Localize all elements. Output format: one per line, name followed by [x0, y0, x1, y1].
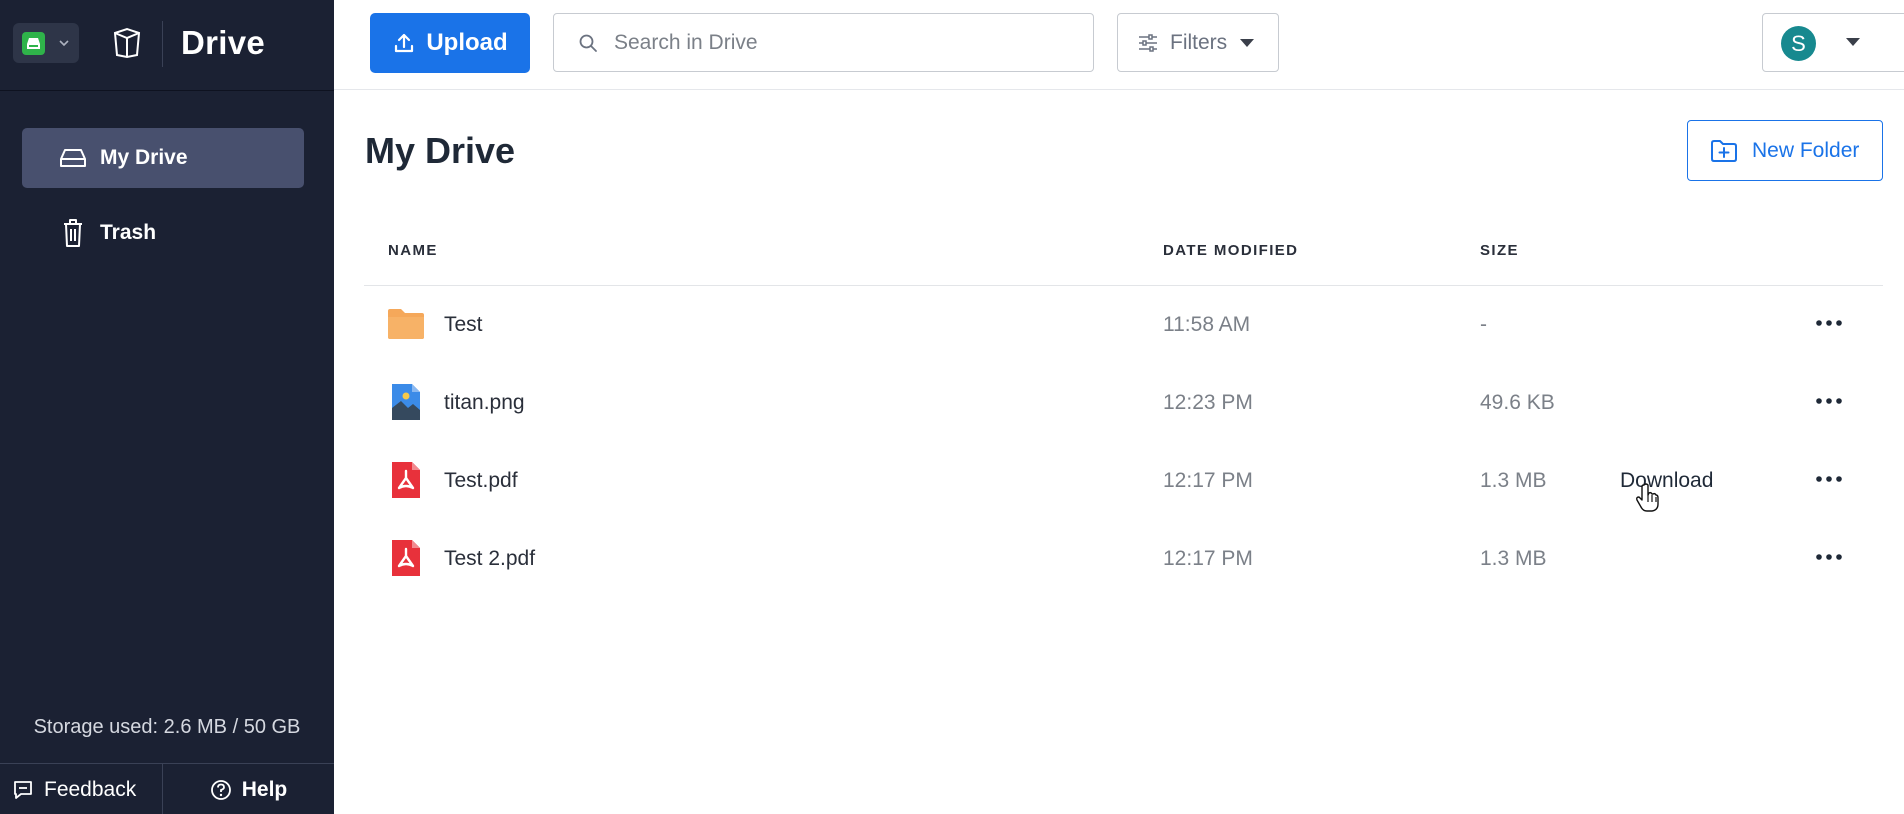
- app-switcher-button[interactable]: [13, 23, 79, 63]
- file-name: Test 2.pdf: [444, 547, 536, 570]
- storage-usage: Storage used: 2.6 MB / 50 GB: [33, 716, 301, 738]
- avatar: S: [1781, 26, 1816, 61]
- help-icon: [210, 779, 231, 800]
- filters-label: Filters: [1170, 30, 1228, 54]
- sidebar-item-label: Trash: [100, 221, 157, 244]
- more-options-button[interactable]: [1814, 386, 1844, 416]
- help-button[interactable]: Help: [163, 764, 334, 814]
- brand-logo-icon: [113, 27, 141, 59]
- chevron-down-icon: [59, 40, 69, 47]
- sidebar-footer: Feedback Help: [0, 763, 334, 814]
- feedback-button[interactable]: Feedback: [0, 764, 163, 814]
- pdf-file-icon: [392, 462, 420, 498]
- brand-title: Drive: [181, 24, 266, 61]
- brand-divider: [162, 21, 163, 67]
- file-name: titan.png: [444, 391, 525, 414]
- column-header-date-modified[interactable]: DATE MODIFIED: [1163, 242, 1298, 259]
- file-name: Test: [444, 313, 483, 336]
- table-row[interactable]: titan.png 12:23 PM 49.6 KB: [364, 364, 1883, 442]
- feedback-label: Feedback: [44, 777, 137, 801]
- more-options-button[interactable]: [1814, 308, 1844, 338]
- download-button[interactable]: Download: [1620, 469, 1713, 493]
- upload-label: Upload: [426, 29, 508, 56]
- more-options-button[interactable]: [1814, 464, 1844, 494]
- file-size: 49.6 KB: [1480, 391, 1555, 414]
- drive-app-icon: [22, 32, 45, 55]
- top-bar: Upload Filters S: [334, 0, 1904, 90]
- folder-plus-icon: [1711, 139, 1737, 162]
- more-options-button[interactable]: [1814, 542, 1844, 572]
- more-horizontal-icon: [1816, 398, 1842, 404]
- drive-icon: [58, 143, 88, 173]
- caret-down-icon: [1846, 38, 1860, 46]
- sidebar-item-my-drive[interactable]: My Drive: [22, 128, 304, 188]
- more-horizontal-icon: [1816, 476, 1842, 482]
- pdf-file-icon: [392, 540, 420, 576]
- search-input[interactable]: [614, 30, 1054, 55]
- file-date: 12:17 PM: [1163, 469, 1253, 492]
- filters-button[interactable]: Filters: [1117, 13, 1279, 72]
- sidebar-item-label: My Drive: [100, 146, 188, 169]
- more-horizontal-icon: [1816, 320, 1842, 326]
- hand-cursor-icon: [1636, 483, 1659, 512]
- new-folder-label: New Folder: [1752, 138, 1860, 162]
- search-box[interactable]: [553, 13, 1094, 72]
- file-size: -: [1480, 313, 1487, 336]
- folder-icon: [388, 309, 424, 339]
- sidebar: Drive My Drive Trash Storage used: 2.6 M…: [0, 0, 334, 814]
- file-size: 1.3 MB: [1480, 547, 1547, 570]
- more-horizontal-icon: [1816, 554, 1842, 560]
- file-name: Test.pdf: [444, 469, 518, 492]
- sliders-icon: [1139, 33, 1157, 52]
- help-label: Help: [241, 777, 288, 801]
- page-title: My Drive: [365, 130, 516, 171]
- file-date: 11:58 AM: [1163, 313, 1251, 336]
- file-date: 12:17 PM: [1163, 547, 1253, 570]
- column-header-name[interactable]: NAME: [388, 242, 438, 259]
- new-folder-button[interactable]: New Folder: [1687, 120, 1883, 181]
- table-row[interactable]: Test 11:58 AM -: [364, 286, 1883, 364]
- column-header-size[interactable]: SIZE: [1480, 242, 1519, 259]
- feedback-icon: [14, 780, 32, 799]
- brand-bar: Drive: [0, 0, 334, 91]
- file-date: 12:23 PM: [1163, 391, 1253, 414]
- caret-down-icon: [1240, 38, 1255, 47]
- sidebar-item-trash[interactable]: Trash: [22, 203, 304, 263]
- search-icon: [579, 34, 597, 52]
- image-file-icon: [392, 384, 420, 420]
- upload-button[interactable]: Upload: [370, 13, 530, 73]
- account-menu-button[interactable]: S: [1762, 13, 1904, 72]
- table-row[interactable]: Test 2.pdf 12:17 PM 1.3 MB: [364, 520, 1883, 598]
- trash-icon: [58, 218, 88, 248]
- file-size: 1.3 MB: [1480, 469, 1547, 492]
- upload-icon: [395, 33, 414, 53]
